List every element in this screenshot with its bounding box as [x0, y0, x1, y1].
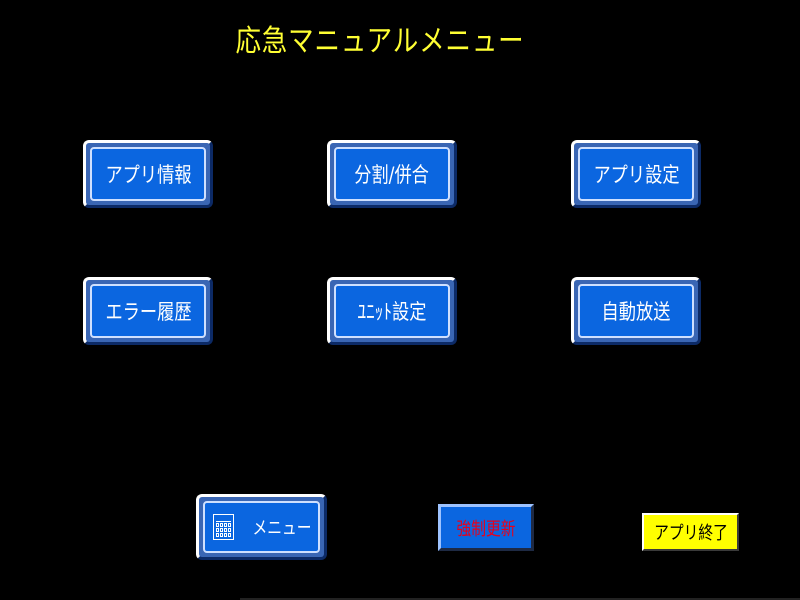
grid-calendar-icon	[213, 514, 234, 540]
emergency-manual-screen: 応急マニュアルメニュー アプリ情報 分割/併合 アプリ設定 エラー履歴 ﾕﾆｯﾄ…	[0, 0, 800, 600]
error-history-button[interactable]: エラー履歴	[83, 277, 213, 345]
auto-broadcast-label: 自動放送	[601, 300, 671, 324]
app-info-label: アプリ情報	[104, 163, 192, 187]
unit-settings-label: ﾕﾆｯﾄ設定	[357, 300, 427, 324]
unit-settings-button[interactable]: ﾕﾆｯﾄ設定	[327, 277, 457, 345]
menu-label: メニュー	[252, 518, 312, 539]
split-merge-button[interactable]: 分割/併合	[327, 140, 457, 208]
error-history-label: エラー履歴	[104, 300, 192, 324]
app-exit-label: アプリ終了	[653, 523, 728, 544]
force-update-button[interactable]: 強制更新	[438, 504, 534, 551]
split-merge-label: 分割/併合	[354, 163, 430, 187]
app-settings-button[interactable]: アプリ設定	[571, 140, 701, 208]
force-update-label: 強制更新	[456, 518, 516, 540]
page-title: 応急マニュアルメニュー	[235, 24, 525, 59]
app-settings-label: アプリ設定	[592, 163, 680, 187]
app-info-button[interactable]: アプリ情報	[83, 140, 213, 208]
app-exit-button[interactable]: アプリ終了	[642, 513, 739, 551]
menu-button[interactable]: メニュー	[196, 494, 327, 560]
auto-broadcast-button[interactable]: 自動放送	[571, 277, 701, 345]
